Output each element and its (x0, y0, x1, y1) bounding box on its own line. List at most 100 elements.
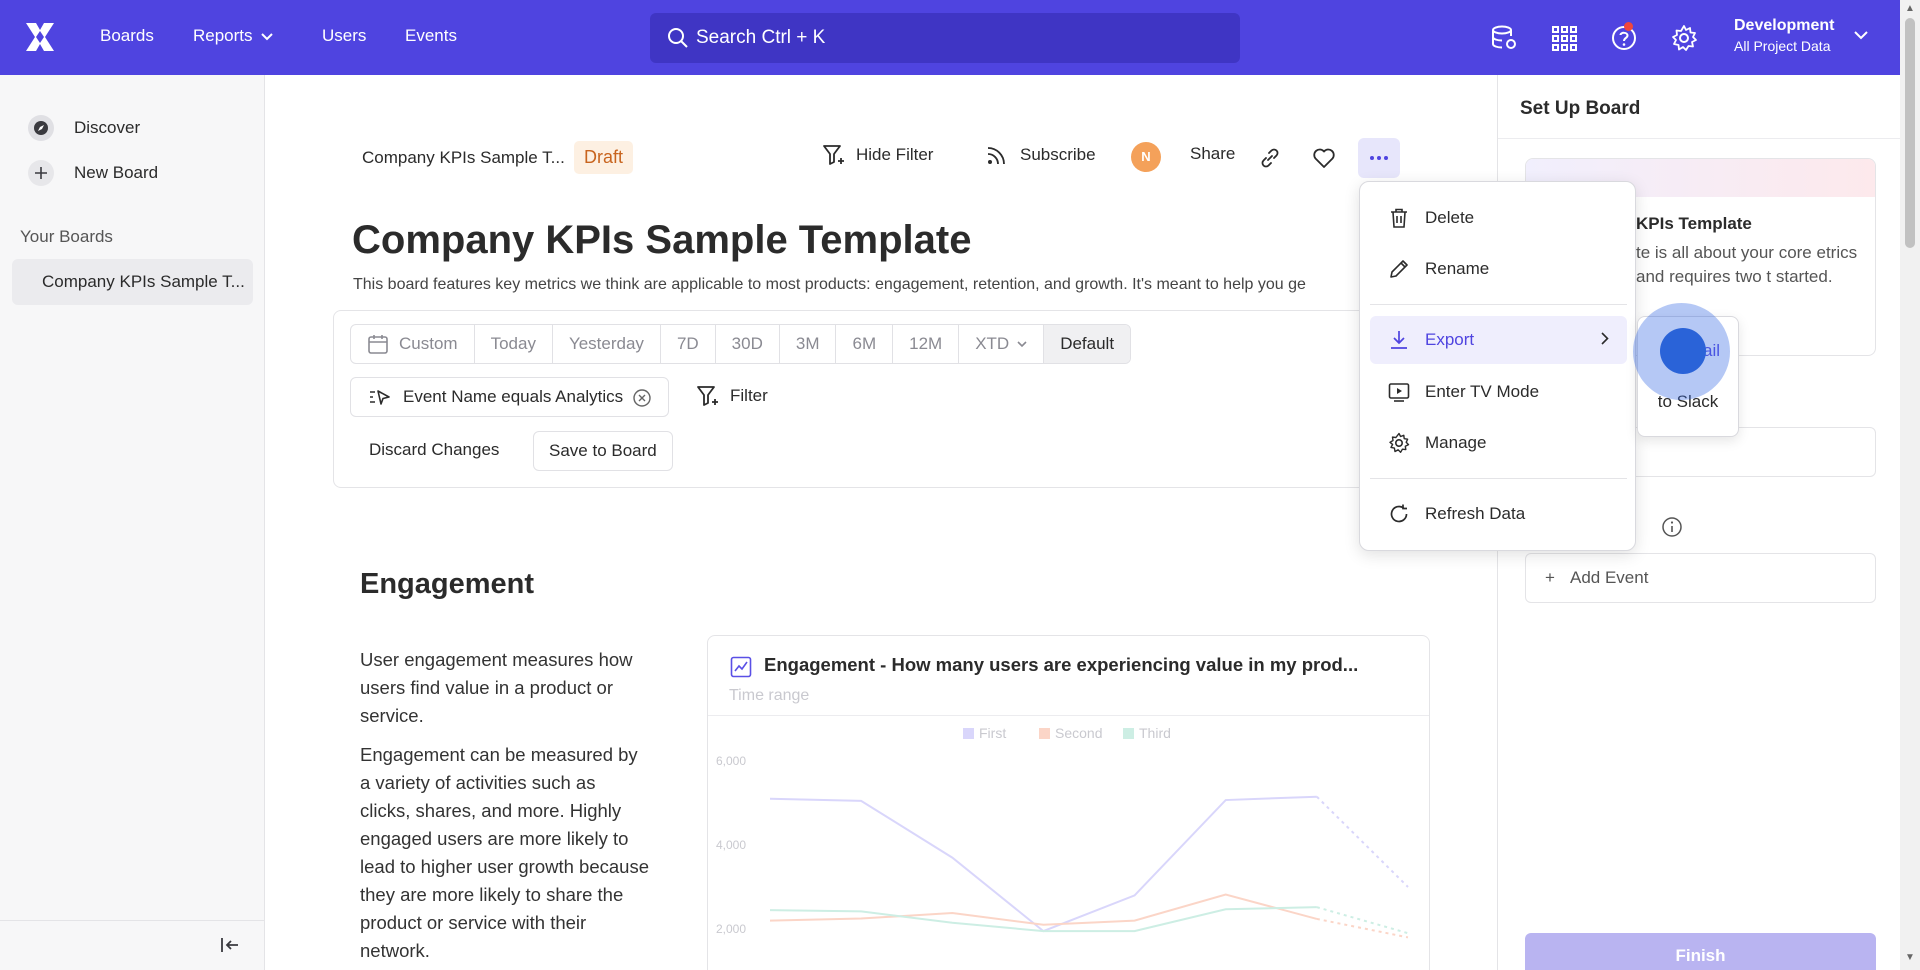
y-tick-label: 6,000 (716, 754, 746, 768)
breadcrumb[interactable]: Company KPIs Sample T... (362, 148, 565, 168)
nav-boards[interactable]: Boards (100, 26, 154, 46)
nav-users[interactable]: Users (322, 26, 366, 46)
date-range-3m[interactable]: 3M (780, 325, 837, 363)
cursor-dot (1660, 328, 1706, 374)
download-icon (1391, 331, 1407, 349)
date-range-today[interactable]: Today (475, 325, 553, 363)
collapse-sidebar-icon[interactable] (220, 937, 240, 953)
y-tick-label: 2,000 (716, 922, 746, 936)
project-scope: All Project Data (1734, 38, 1831, 54)
sidebar-item-board[interactable]: Company KPIs Sample T... (12, 259, 253, 305)
chart-card[interactable]: Engagement - How many users are experien… (707, 635, 1430, 970)
sidebar-item-new-board[interactable]: New Board (28, 160, 158, 186)
add-event-button[interactable]: + Add Event (1525, 553, 1876, 603)
heart-icon[interactable] (1307, 141, 1341, 175)
chart-subtitle: Time range (729, 687, 810, 704)
divider (1370, 304, 1627, 305)
legend-swatch (963, 728, 974, 739)
sidebar-section-title: Your Boards (20, 227, 113, 246)
scroll-thumb[interactable] (1905, 18, 1915, 248)
menu-item-tv-mode[interactable]: Enter TV Mode (1370, 368, 1627, 416)
plus-icon (28, 160, 54, 186)
section-title: Engagement (360, 568, 535, 600)
date-range-7d[interactable]: 7D (661, 325, 716, 363)
date-range-label: Custom (399, 334, 458, 353)
hide-filter-button[interactable]: Hide Filter (822, 144, 933, 166)
date-range-6m[interactable]: 6M (836, 325, 894, 363)
date-range-default[interactable]: Default (1044, 325, 1131, 363)
date-range-yesterday[interactable]: Yesterday (553, 325, 661, 363)
panel-title: Set Up Board (1520, 98, 1641, 119)
date-range-12m[interactable]: 12M (893, 325, 960, 363)
menu-item-rename[interactable]: Rename (1370, 245, 1627, 293)
notification-dot (1624, 22, 1633, 31)
y-tick-label: 4,000 (716, 838, 746, 852)
date-range-xtd[interactable]: XTD (959, 325, 1045, 363)
menu-item-refresh[interactable]: Refresh Data (1370, 490, 1627, 538)
top-navigation: Boards Reports Users Events Search Ctrl … (0, 0, 1900, 75)
filter-event-icon (370, 390, 390, 405)
link-icon[interactable] (1253, 141, 1287, 175)
scrollbar[interactable]: ▲ ▼ (1900, 0, 1920, 970)
trash-icon (1391, 208, 1407, 228)
filter-icon (823, 145, 844, 165)
chevron-down-icon (260, 32, 273, 40)
compass-icon (28, 115, 54, 141)
date-range-30d[interactable]: 30D (716, 325, 780, 363)
refresh-icon (1390, 504, 1408, 523)
project-selector[interactable]: Development All Project Data (1734, 17, 1834, 54)
plus-icon: + (1545, 568, 1555, 587)
nav-events[interactable]: Events (405, 26, 457, 46)
status-badge: Draft (574, 141, 634, 174)
clear-icon[interactable] (632, 388, 652, 408)
chevron-down-icon[interactable] (1854, 31, 1868, 40)
gear-icon[interactable] (1670, 24, 1698, 52)
calendar-icon (368, 335, 388, 354)
share-button[interactable]: Share (1190, 144, 1235, 164)
search-placeholder: Search Ctrl + K (696, 27, 826, 48)
chart-title: Engagement - How many users are experien… (764, 654, 1359, 675)
legend-label: First (979, 725, 1006, 741)
apps-grid-icon[interactable] (1550, 24, 1578, 52)
subscribe-label: Subscribe (1020, 145, 1096, 164)
more-options-button[interactable] (1358, 138, 1400, 178)
section-text: Engagement can be measured by a variety … (360, 744, 649, 961)
menu-item-label: Rename (1425, 259, 1490, 278)
sidebar-item-label: Discover (74, 118, 141, 137)
legend-swatch (1039, 728, 1050, 739)
chevron-down-icon (1017, 340, 1027, 347)
finish-button[interactable]: Finish (1525, 933, 1876, 970)
date-range-custom[interactable]: Custom (351, 325, 475, 363)
ellipsis-icon (1370, 156, 1388, 160)
menu-item-manage[interactable]: Manage (1370, 419, 1627, 467)
menu-item-delete[interactable]: Delete (1370, 194, 1627, 242)
logo-icon[interactable] (24, 22, 56, 52)
info-icon[interactable] (1661, 516, 1683, 538)
discard-changes-button[interactable]: Discard Changes (369, 440, 499, 460)
date-range-label: XTD (975, 334, 1010, 353)
event-filter-label: Event Name equals Analytics (403, 387, 624, 406)
database-settings-icon[interactable] (1490, 24, 1518, 52)
nav-reports[interactable]: Reports (193, 26, 273, 46)
project-name: Development (1734, 17, 1835, 34)
hide-filter-label: Hide Filter (856, 145, 934, 164)
sidebar-item-discover[interactable]: Discover (28, 115, 140, 141)
avatar[interactable]: N (1131, 142, 1161, 172)
event-filter-chip[interactable]: Event Name equals Analytics (350, 377, 669, 417)
legend-swatch (1123, 728, 1134, 739)
scroll-down-icon[interactable]: ▼ (1905, 952, 1915, 963)
sidebar-item-label: New Board (74, 163, 159, 182)
chevron-right-icon (1601, 332, 1609, 345)
legend-label: Second (1055, 725, 1102, 741)
add-filter-button[interactable]: Filter (696, 385, 768, 407)
board-description: This board features key metrics we think… (353, 276, 1306, 293)
menu-item-export[interactable]: Export (1370, 316, 1627, 364)
menu-item-label: Enter TV Mode (1425, 382, 1540, 401)
scroll-up-icon[interactable]: ▲ (1905, 3, 1915, 14)
date-range-selector: Custom Today Yesterday 7D 30D 3M 6M 12M … (350, 324, 1132, 364)
search-input[interactable]: Search Ctrl + K (650, 13, 1240, 63)
subscribe-button[interactable]: Subscribe (986, 144, 1096, 166)
save-to-board-button[interactable]: Save to Board (533, 431, 673, 471)
divider (1370, 478, 1627, 479)
sidebar: Discover New Board Your Boards Company K… (0, 75, 265, 970)
